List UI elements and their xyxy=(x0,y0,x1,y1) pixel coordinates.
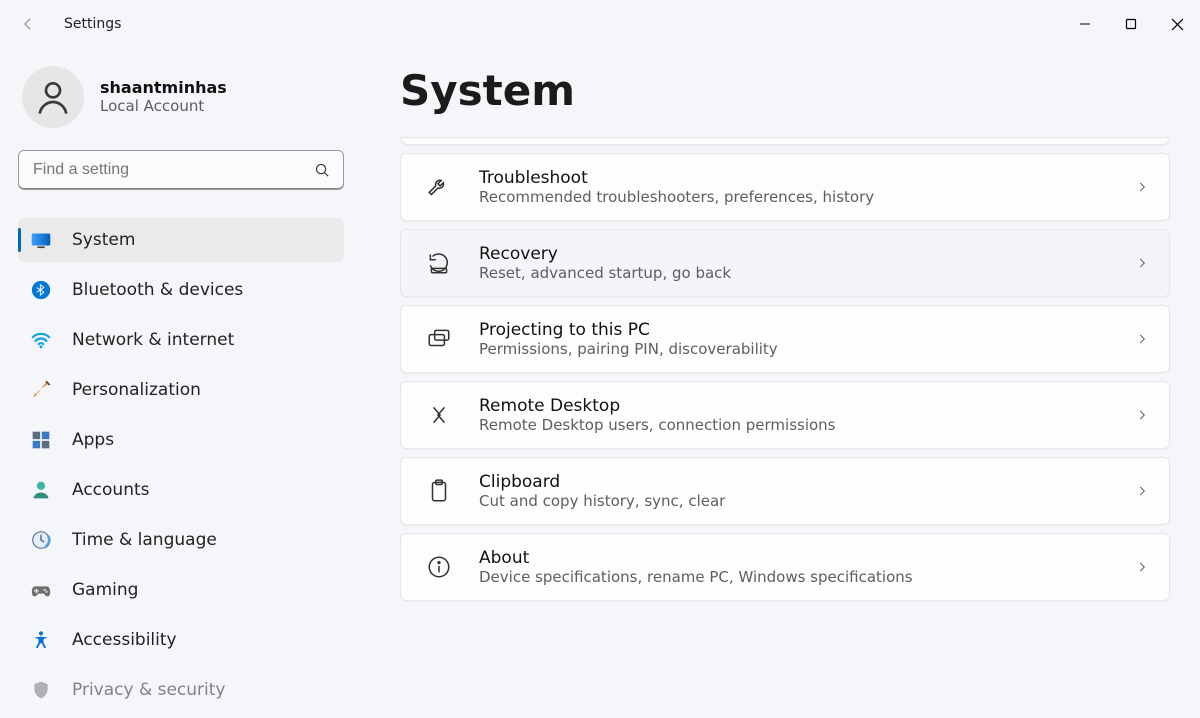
card-sub: Remote Desktop users, connection permiss… xyxy=(479,416,1109,434)
user-name: shaantminhas xyxy=(100,78,227,97)
search-icon xyxy=(314,162,331,179)
titlebar: Settings xyxy=(0,0,1200,48)
content-pane: System Troubleshoot Recommended troubles… xyxy=(360,48,1200,718)
sidebar-item-label: Accessibility xyxy=(72,630,177,650)
card-sliver-prev xyxy=(400,137,1170,145)
avatar xyxy=(22,66,84,128)
card-troubleshoot[interactable]: Troubleshoot Recommended troubleshooters… xyxy=(400,153,1170,221)
chevron-right-icon xyxy=(1135,560,1149,574)
minimize-icon xyxy=(1079,18,1091,30)
card-title: Clipboard xyxy=(479,472,1109,492)
close-button[interactable] xyxy=(1154,4,1200,44)
card-sub: Cut and copy history, sync, clear xyxy=(479,492,1109,510)
card-title: Recovery xyxy=(479,244,1109,264)
wrench-icon xyxy=(425,173,453,201)
card-recovery[interactable]: Recovery Reset, advanced startup, go bac… xyxy=(400,229,1170,297)
sidebar-item-label: Gaming xyxy=(72,580,138,600)
card-title: Remote Desktop xyxy=(479,396,1109,416)
card-title: About xyxy=(479,548,1109,568)
sidebar-item-label: System xyxy=(72,230,135,250)
recovery-icon xyxy=(425,249,453,277)
chevron-right-icon xyxy=(1135,484,1149,498)
back-button[interactable] xyxy=(10,6,46,42)
card-remote-desktop[interactable]: Remote Desktop Remote Desktop users, con… xyxy=(400,381,1170,449)
card-title: Troubleshoot xyxy=(479,168,1109,188)
sidebar: shaantminhas Local Account System Blue xyxy=(0,48,360,718)
close-icon xyxy=(1171,18,1184,31)
card-title: Projecting to this PC xyxy=(479,320,1109,340)
accessibility-icon xyxy=(30,629,52,651)
card-sub: Recommended troubleshooters, preferences… xyxy=(479,188,1109,206)
brush-icon xyxy=(30,379,52,401)
sidebar-item-bluetooth[interactable]: Bluetooth & devices xyxy=(18,268,344,312)
clock-icon xyxy=(30,529,52,551)
chevron-right-icon xyxy=(1135,408,1149,422)
card-projecting[interactable]: Projecting to this PC Permissions, pairi… xyxy=(400,305,1170,373)
user-sub: Local Account xyxy=(100,97,227,117)
card-sub: Reset, advanced startup, go back xyxy=(479,264,1109,282)
wifi-icon xyxy=(30,329,52,351)
card-sub: Permissions, pairing PIN, discoverabilit… xyxy=(479,340,1109,358)
shield-icon xyxy=(30,679,52,701)
bluetooth-icon xyxy=(30,279,52,301)
apps-icon xyxy=(30,429,52,451)
sidebar-item-personalization[interactable]: Personalization xyxy=(18,368,344,412)
sidebar-item-label: Privacy & security xyxy=(72,680,226,700)
sidebar-item-label: Time & language xyxy=(72,530,217,550)
gamepad-icon xyxy=(30,579,52,601)
sidebar-item-system[interactable]: System xyxy=(18,218,344,262)
project-icon xyxy=(425,325,453,353)
search-input[interactable] xyxy=(31,160,314,180)
sidebar-item-label: Bluetooth & devices xyxy=(72,280,243,300)
sidebar-item-label: Personalization xyxy=(72,380,201,400)
arrow-left-icon xyxy=(19,15,37,33)
minimize-button[interactable] xyxy=(1062,4,1108,44)
sidebar-item-label: Apps xyxy=(72,430,114,450)
card-about[interactable]: About Device specifications, rename PC, … xyxy=(400,533,1170,601)
sidebar-item-accounts[interactable]: Accounts xyxy=(18,468,344,512)
sidebar-item-apps[interactable]: Apps xyxy=(18,418,344,462)
sidebar-item-gaming[interactable]: Gaming xyxy=(18,568,344,612)
info-icon xyxy=(425,553,453,581)
sidebar-item-label: Network & internet xyxy=(72,330,234,350)
sidebar-item-network[interactable]: Network & internet xyxy=(18,318,344,362)
sidebar-item-accessibility[interactable]: Accessibility xyxy=(18,618,344,662)
user-block[interactable]: shaantminhas Local Account xyxy=(18,58,344,150)
page-title: System xyxy=(400,66,1170,115)
app-title: Settings xyxy=(64,16,121,32)
person-color-icon xyxy=(30,479,52,501)
maximize-icon xyxy=(1125,18,1137,30)
chevron-right-icon xyxy=(1135,332,1149,346)
card-clipboard[interactable]: Clipboard Cut and copy history, sync, cl… xyxy=(400,457,1170,525)
chevron-right-icon xyxy=(1135,256,1149,270)
chevron-right-icon xyxy=(1135,180,1149,194)
card-sub: Device specifications, rename PC, Window… xyxy=(479,568,1109,586)
sidebar-item-label: Accounts xyxy=(72,480,150,500)
sidebar-item-time[interactable]: Time & language xyxy=(18,518,344,562)
person-icon xyxy=(33,77,73,117)
clipboard-icon xyxy=(425,477,453,505)
search-box[interactable] xyxy=(18,150,344,190)
sidebar-item-privacy[interactable]: Privacy & security xyxy=(18,668,344,712)
display-icon xyxy=(30,229,52,251)
remote-desktop-icon xyxy=(425,401,453,429)
nav-list: System Bluetooth & devices Network & int… xyxy=(18,218,344,712)
window-controls xyxy=(1062,4,1200,44)
maximize-button[interactable] xyxy=(1108,4,1154,44)
